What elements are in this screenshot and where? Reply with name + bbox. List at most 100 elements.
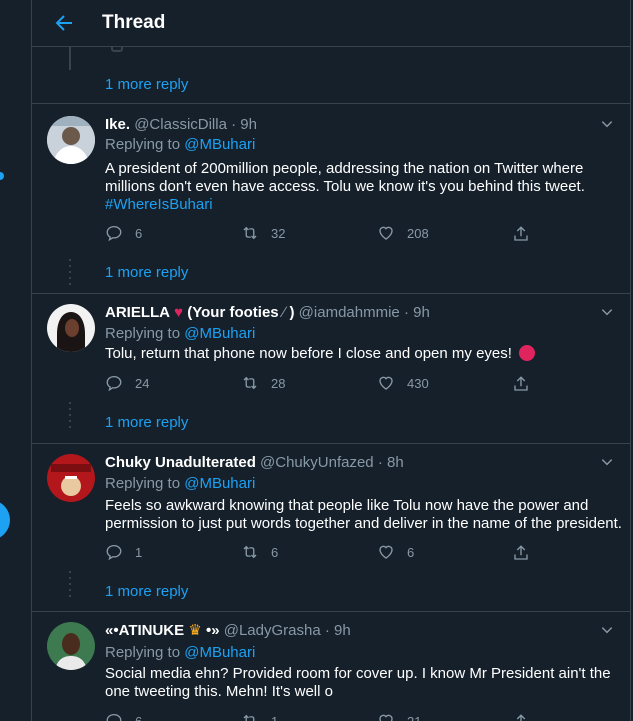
replying-to-line: Replying to @MBuhari [105, 135, 255, 155]
user-handle[interactable]: @LadyGrasha [224, 622, 321, 639]
timestamp[interactable]: 8h [387, 454, 404, 471]
retweet-icon [243, 714, 255, 721]
tweet-text-line: one tweeting this. Mehn! It's well o [105, 683, 333, 700]
replying-to-handle[interactable]: @MBuhari [184, 644, 255, 661]
reply-action[interactable]: 24 [105, 374, 149, 392]
chevron-down-icon[interactable] [600, 305, 614, 319]
crown-emoji-icon: ♛ [188, 622, 202, 639]
tweet-text-line: Social media ehn? Provided room for cove… [105, 665, 611, 682]
tweet-header-line: «•ATINUKE ♛ •» @LadyGrasha · 9h [105, 621, 351, 641]
plug-emoji-icon: ∕ [282, 304, 286, 321]
thread-ellipsis-connector [69, 259, 71, 285]
reply-icon [106, 544, 122, 561]
tweet-chuky[interactable]: Chuky Unadulterated @ChukyUnfazed · 8h R… [32, 444, 630, 612]
replying-to-line: Replying to @MBuhari [105, 643, 255, 663]
avatar-chuky[interactable] [47, 454, 95, 502]
retweet-icon [243, 545, 257, 559]
back-arrow-icon[interactable] [52, 11, 76, 35]
chevron-down-icon[interactable] [600, 623, 614, 637]
avatar-ike[interactable] [47, 116, 95, 164]
user-handle[interactable]: @ChukyUnfazed [260, 454, 374, 471]
tweet-ariella[interactable]: ARIELLA ♥ (Your footies ∕ ) @iamdahmmie … [32, 294, 630, 444]
replying-to-handle[interactable]: @MBuhari [184, 325, 255, 342]
retweet-count: 28 [271, 375, 286, 391]
reply-count: 6 [135, 225, 143, 241]
left-sidebar-edge [0, 0, 31, 721]
tweet-text: Tolu, return that phone now before I clo… [105, 345, 512, 362]
reply-action[interactable]: 6 [105, 712, 142, 721]
more-replies-link[interactable]: 1 more reply [105, 76, 188, 93]
avatar-ariella[interactable] [47, 304, 95, 352]
retweet-count: 6 [271, 544, 279, 560]
tweet-atinuke[interactable]: «•ATINUKE ♛ •» @LadyGrasha · 9h Replying… [32, 612, 630, 721]
share-icon[interactable] [512, 225, 530, 243]
like-icon [379, 226, 393, 240]
more-replies-link[interactable]: 1 more reply [105, 583, 188, 600]
reply-count: 6 [135, 713, 143, 721]
thread-ellipsis-connector [69, 571, 71, 597]
like-count: 21 [407, 713, 422, 721]
display-name-suffix[interactable]: (Your footies [187, 304, 278, 321]
more-replies-link[interactable]: 1 more reply [105, 264, 188, 281]
tweet-text-line: Tolu, return that phone now before I clo… [105, 344, 536, 364]
replying-to-label: Replying to [105, 136, 181, 153]
page-title: Thread [102, 12, 166, 33]
share-icon[interactable] [512, 544, 530, 562]
like-action[interactable]: 430 [377, 374, 429, 392]
reply-action[interactable]: 6 [105, 224, 142, 242]
like-action[interactable]: 21 [377, 712, 421, 721]
replying-to-line: Replying to @MBuhari [105, 474, 255, 494]
display-name-suffix[interactable]: •» [206, 622, 220, 639]
replying-to-handle[interactable]: @MBuhari [184, 475, 255, 492]
retweet-count: 1 [271, 713, 279, 721]
like-count: 6 [407, 544, 415, 560]
tweet-text-line: A president of 200million people, addres… [105, 160, 584, 177]
hashtag-link[interactable]: #WhereIsBuhari [105, 195, 213, 215]
like-count: 208 [407, 225, 429, 241]
reply-count: 1 [135, 544, 143, 560]
like-icon [379, 376, 393, 390]
retweet-icon [243, 226, 257, 240]
thread-ellipsis-connector [69, 402, 71, 428]
replying-to-handle[interactable]: @MBuhari [184, 136, 255, 153]
display-name[interactable]: ARIELLA [105, 304, 170, 321]
retweet-icon [243, 376, 257, 390]
tweet-text-line: Feels so awkward knowing that people lik… [105, 497, 589, 514]
user-handle[interactable]: @iamdahmmie [299, 304, 400, 321]
display-name[interactable]: Chuky Unadulterated [105, 454, 256, 471]
reply-action[interactable]: 1 [105, 543, 142, 561]
retweet-action[interactable]: 1 [241, 712, 278, 721]
timestamp[interactable]: 9h [413, 304, 430, 321]
thread-connector-line [69, 46, 71, 70]
angry-face-emoji-icon [519, 345, 536, 361]
chevron-down-icon[interactable] [600, 117, 614, 131]
chevron-down-icon[interactable] [600, 455, 614, 469]
dot-separator: · [403, 304, 409, 321]
like-action[interactable]: 6 [377, 543, 414, 561]
share-icon[interactable] [512, 375, 530, 393]
display-name[interactable]: Ike. [105, 116, 130, 133]
retweet-action[interactable]: 28 [241, 374, 285, 392]
more-replies-link[interactable]: 1 more reply [105, 414, 188, 431]
like-count: 430 [407, 375, 429, 391]
share-icon[interactable] [512, 713, 530, 721]
tweet-button-fab[interactable] [0, 500, 10, 540]
retweet-action[interactable]: 6 [241, 543, 278, 561]
replying-to-line: Replying to @MBuhari [105, 324, 255, 344]
timestamp[interactable]: 9h [240, 116, 257, 133]
replying-to-label: Replying to [105, 644, 181, 661]
like-action[interactable]: 208 [377, 224, 429, 242]
user-handle[interactable]: @ClassicDilla [134, 116, 227, 133]
display-name-close: ) [289, 304, 295, 321]
retweet-action[interactable]: 32 [241, 224, 285, 242]
display-name[interactable]: «•ATINUKE [105, 622, 184, 639]
tweet-header-line: Ike. @ClassicDilla · 9h [105, 115, 257, 135]
timestamp[interactable]: 9h [334, 622, 351, 639]
thread-header: Thread [32, 0, 630, 47]
avatar-atinuke[interactable] [47, 622, 95, 670]
retweet-count: 32 [271, 225, 286, 241]
dot-separator: · [231, 116, 237, 133]
tweet-ike[interactable]: Ike. @ClassicDilla · 9h Replying to @MBu… [32, 104, 630, 294]
tweet-text-line: millions don't even have access. Tolu we… [105, 178, 585, 195]
reply-icon [106, 375, 122, 392]
